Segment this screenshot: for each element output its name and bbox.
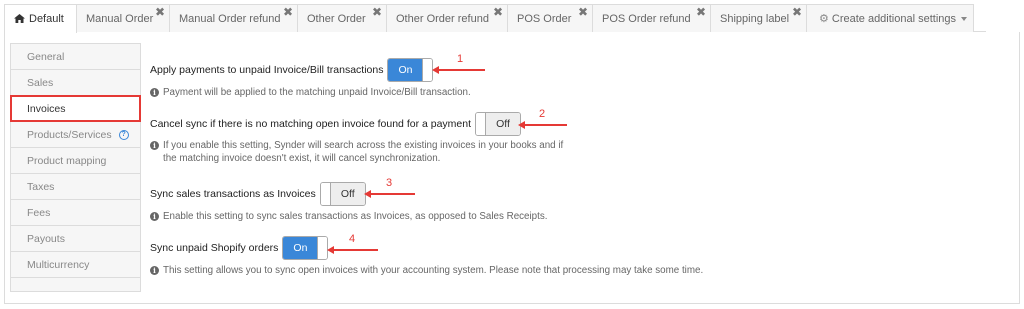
close-icon[interactable]: ✖: [155, 6, 165, 18]
tab-label: Manual Order: [86, 12, 154, 25]
tab-create-additional-settings[interactable]: ⚙ Create additional settings: [806, 4, 974, 32]
tab-label: Create additional settings: [831, 12, 957, 25]
arrow-line: [369, 193, 415, 195]
gear-icon: ⚙: [819, 13, 829, 25]
sidebar-item-fees[interactable]: Fees: [10, 199, 141, 226]
close-icon[interactable]: ✖: [493, 6, 503, 18]
sidebar-item-product-mapping[interactable]: Product mapping: [10, 147, 141, 174]
home-icon: [14, 13, 25, 23]
tab-manual-order[interactable]: Manual Order ✖: [76, 4, 170, 32]
sidebar-item-label: Payouts: [27, 232, 65, 245]
sidebar-filler: [10, 278, 141, 292]
setting-apply-payments: Apply payments to unpaid Invoice/Bill tr…: [150, 58, 471, 99]
setting-label: Cancel sync if there is no matching open…: [150, 118, 472, 130]
annotation-number: 4: [349, 233, 356, 245]
sidebar-item-multicurrency[interactable]: Multicurrency: [10, 251, 141, 278]
sidebar-item-label: Taxes: [27, 180, 55, 193]
hint-text: Payment will be applied to the matching …: [163, 87, 471, 98]
sidebar-item-label: Products/Services: [27, 128, 112, 141]
toggle-value: On: [388, 59, 423, 81]
tab-label: Other Order: [307, 12, 366, 25]
close-icon[interactable]: ✖: [792, 6, 802, 18]
close-icon[interactable]: ✖: [372, 6, 382, 18]
setting-hint: i This setting allows you to sync open i…: [150, 264, 703, 277]
toggle-switch[interactable]: On: [387, 58, 434, 82]
tab-pos-order-refund[interactable]: POS Order refund ✖: [592, 4, 711, 32]
close-icon[interactable]: ✖: [578, 6, 588, 18]
tab-manual-order-refund[interactable]: Manual Order refund ✖: [169, 4, 298, 32]
setting-sync-as-invoices: Sync sales transactions as Invoices Off …: [150, 182, 547, 223]
chevron-down-icon: [961, 16, 968, 21]
sidebar-item-label: General: [27, 50, 65, 63]
tab-label: Shipping label: [720, 12, 790, 25]
tab-shipping-label[interactable]: Shipping label ✖: [710, 4, 807, 32]
info-icon: i: [150, 88, 159, 97]
arrow-line: [437, 69, 485, 71]
tab-label: Other Order refund: [396, 12, 489, 25]
setting-hint: i Payment will be applied to the matchin…: [150, 86, 471, 99]
tab-label: Default: [29, 13, 64, 25]
hint-line: the matching invoice doesn't exist, it w…: [163, 153, 441, 164]
toggle-knob: [422, 59, 433, 81]
tab-label: POS Order refund: [602, 12, 691, 25]
close-icon[interactable]: ✖: [696, 6, 706, 18]
tab-pos-order[interactable]: POS Order ✖: [507, 4, 593, 32]
toggle-knob: [317, 237, 328, 259]
sidebar-item-products-services[interactable]: Products/Services?: [10, 121, 141, 148]
sidebar-item-label: Fees: [27, 206, 51, 219]
tab-other-order[interactable]: Other Order ✖: [297, 4, 387, 32]
setting-hint: i If you enable this setting, Synder wil…: [150, 139, 563, 165]
sidebar-item-label: Sales: [27, 76, 54, 89]
sidebar-item-label: Multicurrency: [27, 258, 90, 271]
tab-bar: Default Manual Order ✖ Manual Order refu…: [4, 4, 986, 33]
arrow-line: [523, 124, 567, 126]
tab-label: POS Order: [517, 12, 572, 25]
sidebar-item-label: Invoices: [27, 102, 66, 115]
setting-label: Apply payments to unpaid Invoice/Bill tr…: [150, 64, 384, 76]
tab-label: Manual Order refund: [179, 12, 281, 25]
hint-line: If you enable this setting, Synder will …: [163, 140, 564, 151]
help-icon[interactable]: ?: [118, 129, 129, 140]
toggle-value: On: [283, 237, 318, 259]
close-icon[interactable]: ✖: [283, 6, 293, 18]
toggle-switch[interactable]: Off: [475, 112, 522, 136]
toggle-switch[interactable]: Off: [319, 182, 366, 206]
hint-text: If you enable this setting, Synder will …: [163, 139, 563, 165]
sidebar-item-general[interactable]: General: [10, 43, 141, 70]
toggle-knob: [320, 183, 331, 205]
sidebar-item-taxes[interactable]: Taxes: [10, 173, 141, 200]
toggle-knob: [476, 113, 487, 135]
toggle-value: Off: [486, 113, 521, 135]
tab-default[interactable]: Default: [4, 4, 77, 33]
setting-label: Sync unpaid Shopify orders: [150, 242, 279, 254]
info-icon: i: [150, 141, 159, 150]
sidebar-item-invoices[interactable]: Invoices: [10, 95, 141, 122]
arrow-line: [332, 249, 378, 251]
sidebar-item-payouts[interactable]: Payouts: [10, 225, 141, 252]
settings-sidebar: General Sales Invoices Products/Services…: [10, 43, 141, 292]
annotation-number: 1: [457, 53, 464, 65]
hint-text: This setting allows you to sync open inv…: [163, 265, 704, 276]
info-icon: i: [150, 266, 159, 275]
toggle-value: Off: [330, 183, 365, 205]
annotation-number: 2: [539, 108, 546, 120]
setting-hint: i Enable this setting to sync sales tran…: [150, 210, 547, 223]
sidebar-item-label: Product mapping: [27, 154, 107, 167]
setting-sync-unpaid-shopify: Sync unpaid Shopify orders On i This set…: [150, 236, 703, 277]
info-icon: i: [150, 212, 159, 221]
setting-cancel-sync: Cancel sync if there is no matching open…: [150, 112, 563, 165]
setting-label: Sync sales transactions as Invoices: [150, 188, 316, 200]
toggle-switch[interactable]: On: [282, 236, 329, 260]
hint-text: Enable this setting to sync sales transa…: [163, 211, 548, 222]
annotation-number: 3: [386, 177, 393, 189]
sidebar-item-sales[interactable]: Sales: [10, 69, 141, 96]
tab-other-order-refund[interactable]: Other Order refund ✖: [386, 4, 508, 32]
